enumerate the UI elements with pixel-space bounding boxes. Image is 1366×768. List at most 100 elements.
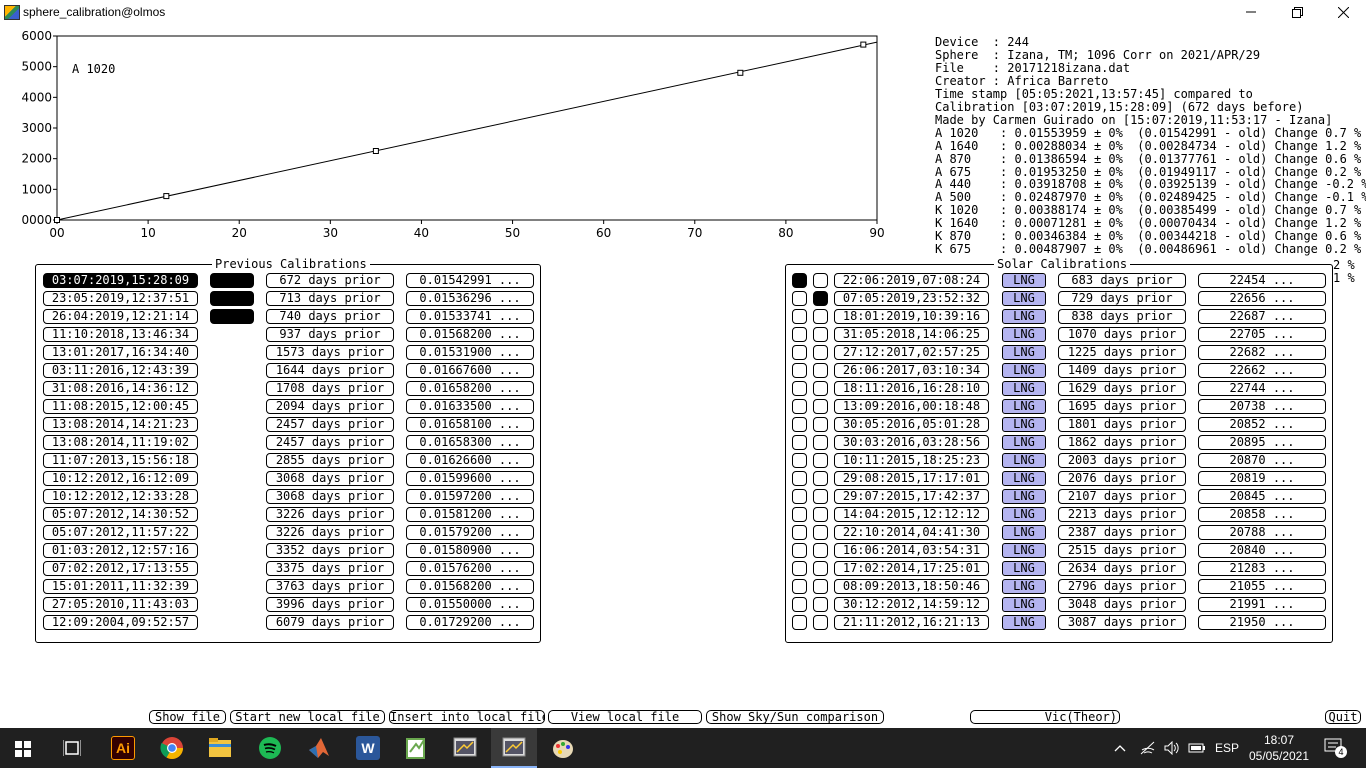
- solar-calibration-number[interactable]: 20845 ...: [1198, 489, 1326, 504]
- solar-calibration-date[interactable]: 22:10:2014,04:41:30: [834, 525, 989, 540]
- show-sky-sun-comparison-button[interactable]: Show Sky/Sun comparison: [706, 710, 884, 724]
- solar-lng-tag[interactable]: LNG: [1002, 327, 1046, 342]
- solar-calibration-number[interactable]: 20738 ...: [1198, 399, 1326, 414]
- solar-compare-checkbox[interactable]: [813, 417, 828, 432]
- solar-lng-tag[interactable]: LNG: [1002, 417, 1046, 432]
- prev-calibration-days[interactable]: 2457 days prior: [266, 435, 394, 450]
- solar-lng-tag[interactable]: LNG: [1002, 435, 1046, 450]
- prev-calibration-days[interactable]: 3226 days prior: [266, 507, 394, 522]
- solar-compare-checkbox[interactable]: [813, 543, 828, 558]
- solar-calibration-number[interactable]: 22662 ...: [1198, 363, 1326, 378]
- solar-calibration-number[interactable]: 20858 ...: [1198, 507, 1326, 522]
- solar-calibration-date[interactable]: 29:08:2015,17:17:01: [834, 471, 989, 486]
- solar-calibration-days[interactable]: 1695 days prior: [1058, 399, 1186, 414]
- prev-calibration-value[interactable]: 0.01581200 ...: [406, 507, 534, 522]
- solar-compare-checkbox[interactable]: [813, 597, 828, 612]
- xming-icon[interactable]: [453, 737, 477, 759]
- language-indicator[interactable]: ESP: [1215, 728, 1239, 768]
- solar-calibration-date[interactable]: 21:11:2012,16:21:13: [834, 615, 989, 630]
- solar-calibration-number[interactable]: 20840 ...: [1198, 543, 1326, 558]
- prev-calibration-date[interactable]: 10:12:2012,12:33:28: [43, 489, 198, 504]
- prev-calibration-value[interactable]: 0.01599600 ...: [406, 471, 534, 486]
- solar-calibration-days[interactable]: 2076 days prior: [1058, 471, 1186, 486]
- solar-compare-checkbox[interactable]: [813, 291, 828, 306]
- prev-calibration-date[interactable]: 23:05:2019,12:37:51: [43, 291, 198, 306]
- solar-calibration-date[interactable]: 22:06:2019,07:08:24: [834, 273, 989, 288]
- solar-calibration-number[interactable]: 20788 ...: [1198, 525, 1326, 540]
- prev-calibration-date[interactable]: 31:08:2016,14:36:12: [43, 381, 198, 396]
- prev-calibration-value[interactable]: 0.01531900 ...: [406, 345, 534, 360]
- solar-calibration-number[interactable]: 20852 ...: [1198, 417, 1326, 432]
- prev-calibration-flag[interactable]: [210, 273, 254, 288]
- prev-calibration-date[interactable]: 13:08:2014,11:19:02: [43, 435, 198, 450]
- prev-calibration-value[interactable]: 0.01658100 ...: [406, 417, 534, 432]
- speaker-icon[interactable]: [1164, 741, 1180, 755]
- solar-lng-tag[interactable]: LNG: [1002, 543, 1046, 558]
- quit-button[interactable]: Quit: [1325, 710, 1361, 724]
- prev-calibration-value[interactable]: 0.01580900 ...: [406, 543, 534, 558]
- solar-compare-checkbox[interactable]: [813, 489, 828, 504]
- solar-calibration-number[interactable]: 22705 ...: [1198, 327, 1326, 342]
- solar-select-checkbox[interactable]: [792, 597, 807, 612]
- solar-calibration-number[interactable]: 20819 ...: [1198, 471, 1326, 486]
- solar-lng-tag[interactable]: LNG: [1002, 597, 1046, 612]
- solar-calibration-date[interactable]: 30:05:2016,05:01:28: [834, 417, 989, 432]
- start-icon[interactable]: [15, 741, 31, 757]
- xming-active-icon[interactable]: [502, 737, 526, 759]
- file-explorer-icon[interactable]: [208, 737, 232, 759]
- prev-calibration-date[interactable]: 07:02:2012,17:13:55: [43, 561, 198, 576]
- solar-calibration-number[interactable]: 21055 ...: [1198, 579, 1326, 594]
- solar-calibration-date[interactable]: 10:11:2015,18:25:23: [834, 453, 989, 468]
- solar-select-checkbox[interactable]: [792, 507, 807, 522]
- notifications-button[interactable]: 4: [1324, 738, 1347, 758]
- clock[interactable]: 18:07 05/05/2021: [1246, 732, 1312, 764]
- solar-compare-checkbox[interactable]: [813, 579, 828, 594]
- wifi-icon[interactable]: [1140, 741, 1156, 755]
- prev-calibration-days[interactable]: 2457 days prior: [266, 417, 394, 432]
- solar-calibration-date[interactable]: 18:11:2016,16:28:10: [834, 381, 989, 396]
- prev-calibration-days[interactable]: 3352 days prior: [266, 543, 394, 558]
- solar-calibration-date[interactable]: 18:01:2019,10:39:16: [834, 309, 989, 324]
- solar-lng-tag[interactable]: LNG: [1002, 399, 1046, 414]
- prev-calibration-value[interactable]: 0.01729200 ...: [406, 615, 534, 630]
- spotify-icon[interactable]: [258, 736, 282, 760]
- solar-lng-tag[interactable]: LNG: [1002, 615, 1046, 630]
- solar-select-checkbox[interactable]: [792, 435, 807, 450]
- prev-calibration-date[interactable]: 12:09:2004,09:52:57: [43, 615, 198, 630]
- solar-select-checkbox[interactable]: [792, 471, 807, 486]
- battery-icon[interactable]: [1188, 742, 1206, 754]
- solar-lng-tag[interactable]: LNG: [1002, 471, 1046, 486]
- solar-lng-tag[interactable]: LNG: [1002, 507, 1046, 522]
- solar-select-checkbox[interactable]: [792, 453, 807, 468]
- prev-calibration-days[interactable]: 1644 days prior: [266, 363, 394, 378]
- minimize-button[interactable]: [1228, 0, 1274, 24]
- view-local-file-button[interactable]: View local file: [548, 710, 702, 724]
- solar-compare-checkbox[interactable]: [813, 615, 828, 630]
- solar-calibration-number[interactable]: 22687 ...: [1198, 309, 1326, 324]
- solar-lng-tag[interactable]: LNG: [1002, 273, 1046, 288]
- solar-select-checkbox[interactable]: [792, 525, 807, 540]
- solar-calibration-days[interactable]: 3087 days prior: [1058, 615, 1186, 630]
- solar-calibration-number[interactable]: 22682 ...: [1198, 345, 1326, 360]
- solar-compare-checkbox[interactable]: [813, 453, 828, 468]
- solar-calibration-date[interactable]: 29:07:2015,17:42:37: [834, 489, 989, 504]
- solar-calibration-number[interactable]: 22656 ...: [1198, 291, 1326, 306]
- prev-calibration-value[interactable]: 0.01542991 ...: [406, 273, 534, 288]
- prev-calibration-days[interactable]: 1708 days prior: [266, 381, 394, 396]
- solar-calibration-days[interactable]: 1409 days prior: [1058, 363, 1186, 378]
- solar-calibration-date[interactable]: 30:12:2012,14:59:12: [834, 597, 989, 612]
- solar-calibration-number[interactable]: 21283 ...: [1198, 561, 1326, 576]
- prev-calibration-days[interactable]: 3068 days prior: [266, 471, 394, 486]
- solar-calibration-date[interactable]: 31:05:2018,14:06:25: [834, 327, 989, 342]
- prev-calibration-days[interactable]: 713 days prior: [266, 291, 394, 306]
- solar-calibration-days[interactable]: 2634 days prior: [1058, 561, 1186, 576]
- paint-icon[interactable]: [551, 736, 575, 760]
- solar-compare-checkbox[interactable]: [813, 273, 828, 288]
- show-file-button[interactable]: Show file: [149, 710, 226, 724]
- chrome-icon[interactable]: [160, 736, 184, 760]
- solar-calibration-days[interactable]: 3048 days prior: [1058, 597, 1186, 612]
- solar-calibration-date[interactable]: 13:09:2016,00:18:48: [834, 399, 989, 414]
- solar-compare-checkbox[interactable]: [813, 363, 828, 378]
- prev-calibration-flag[interactable]: [210, 309, 254, 324]
- solar-select-checkbox[interactable]: [792, 327, 807, 342]
